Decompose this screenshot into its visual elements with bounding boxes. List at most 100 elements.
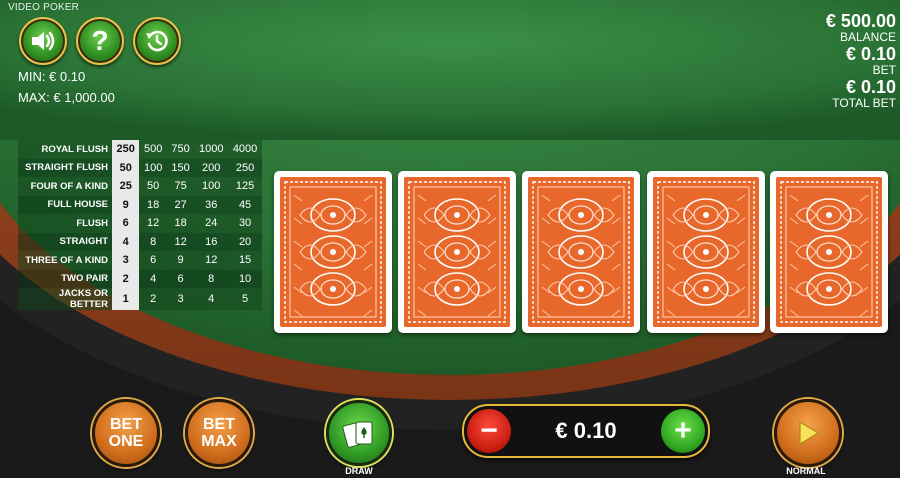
paytable-payout: 100 (139, 158, 167, 177)
min-bet-label: MIN: € 0.10 (18, 69, 86, 84)
draw-label: DRAW (345, 466, 373, 476)
paytable-row: FOUR OF A KIND 25 50 75 100 125 (18, 177, 262, 196)
bet-amount-bar: − € 0.10 + (462, 404, 710, 458)
paytable-hand-name: STRAIGHT (18, 232, 112, 251)
cards-icon (342, 421, 373, 448)
card-back-pattern (776, 177, 882, 327)
speed-label: NORMAL (786, 466, 826, 476)
paytable-payout: 100 (194, 177, 229, 196)
draw-button[interactable] (326, 400, 392, 466)
paytable-payout: 18 (166, 214, 195, 233)
paytable-row: ROYAL FLUSH 250 500 750 1000 4000 (18, 140, 262, 159)
paytable-payout: 125 (228, 177, 262, 196)
paytable-hand-name: FLUSH (18, 214, 112, 233)
history-icon (146, 30, 168, 52)
paytable-hand-name: FULL HOUSE (18, 195, 112, 214)
paytable: ROYAL FLUSH 250 500 750 1000 4000 STRAIGHT FLU… (18, 140, 262, 310)
help-button[interactable]: ? (76, 17, 124, 65)
paytable-row: FULL HOUSE 9 18 27 36 45 (18, 195, 262, 214)
paytable-payout: 24 (194, 214, 229, 233)
paytable-row: THREE OF A KIND 3 6 9 12 15 (18, 251, 262, 270)
playing-card[interactable] (647, 171, 765, 333)
bet-max-label-1: BET (203, 416, 235, 433)
paytable-payout: 250 (228, 158, 262, 177)
paytable-payout: 12 (166, 232, 195, 251)
paytable-hand-name: JACKS OR BETTER (18, 288, 112, 310)
paytable-row: STRAIGHT FLUSH 50 100 150 200 250 (18, 158, 262, 177)
paytable-payout: 9 (112, 195, 140, 214)
paytable-payout: 15 (228, 251, 262, 270)
playing-card[interactable] (770, 171, 888, 333)
paytable-hand-name: TWO PAIR (18, 269, 112, 288)
total-bet-label: TOTAL BET (832, 96, 896, 110)
paytable-payout: 4 (139, 269, 167, 288)
max-bet-label: MAX: € 1,000.00 (18, 90, 115, 105)
total-bet-value: € 0.10 (845, 77, 896, 97)
paytable-payout: 12 (194, 251, 229, 270)
paytable-row: FLUSH 6 12 18 24 30 (18, 214, 262, 233)
paytable-payout: 36 (194, 195, 229, 214)
paytable-payout: 6 (112, 214, 140, 233)
paytable-payout: 20 (228, 232, 262, 251)
game-title: VIDEO POKER (8, 2, 80, 13)
plus-icon: + (674, 414, 692, 447)
paytable-payout: 30 (228, 214, 262, 233)
paytable-payout: 150 (166, 158, 195, 177)
paytable-payout: 4000 (228, 140, 262, 159)
paytable-payout: 3 (166, 288, 195, 310)
bet-one-label-2: ONE (108, 433, 144, 450)
paytable-payout: 2 (139, 288, 167, 310)
increase-bet-button[interactable]: + (661, 409, 705, 453)
paytable-payout: 18 (139, 195, 167, 214)
paytable-payout: 750 (166, 140, 195, 159)
decrease-bet-button[interactable]: − (467, 409, 511, 453)
playing-card[interactable] (274, 171, 392, 333)
history-button[interactable] (133, 17, 181, 65)
paytable-payout: 3 (112, 251, 140, 270)
paytable-payout: 8 (194, 269, 229, 288)
sound-button[interactable] (19, 17, 67, 65)
paytable-payout: 1 (112, 288, 140, 310)
minus-icon: − (480, 414, 498, 447)
paytable-payout: 25 (112, 177, 140, 196)
paytable-payout: 4 (194, 288, 229, 310)
bet-value: € 0.10 (845, 44, 896, 64)
playing-card[interactable] (398, 171, 516, 333)
paytable-row: STRAIGHT 4 8 12 16 20 (18, 232, 262, 251)
play-icon (799, 420, 820, 446)
paytable-payout: 50 (112, 158, 140, 177)
speaker-icon (32, 31, 55, 51)
paytable-payout: 9 (166, 251, 195, 270)
card-back-pattern (404, 177, 510, 327)
balance-label: BALANCE (839, 30, 896, 44)
bet-one-label-1: BET (109, 416, 142, 433)
card-back-pattern (653, 177, 759, 327)
paytable-payout: 500 (139, 140, 167, 159)
paytable-hand-name: FOUR OF A KIND (18, 177, 112, 196)
paytable-payout: 6 (139, 251, 167, 270)
balance-value: € 500.00 (825, 11, 896, 31)
paytable-payout: 16 (194, 232, 229, 251)
paytable-payout: 5 (228, 288, 262, 310)
paytable-hand-name: THREE OF A KIND (18, 251, 112, 270)
paytable-payout: 45 (228, 195, 262, 214)
paytable-payout: 1000 (194, 140, 229, 159)
playing-card[interactable] (522, 171, 640, 333)
play-speed-button[interactable] (774, 399, 842, 467)
paytable-payout: 4 (112, 232, 140, 251)
paytable-hand-name: STRAIGHT FLUSH (18, 158, 112, 177)
paytable-payout: 10 (228, 269, 262, 288)
paytable-payout: 75 (166, 177, 195, 196)
card-back-pattern (280, 177, 386, 327)
paytable-hand-name: ROYAL FLUSH (18, 140, 112, 159)
paytable-payout: 200 (194, 158, 229, 177)
card-back-pattern (528, 177, 634, 327)
bet-one-button[interactable]: BET ONE (92, 399, 160, 467)
paytable-row: JACKS OR BETTER 1 2 3 4 5 (18, 288, 262, 310)
paytable-payout: 50 (139, 177, 167, 196)
paytable-payout: 6 (166, 269, 195, 288)
paytable-payout: 250 (112, 140, 140, 159)
paytable-payout: 27 (166, 195, 195, 214)
balance-panel: € 500.00 BALANCE € 0.10 BET € 0.10 TOTAL… (826, 11, 896, 110)
bet-max-button[interactable]: BET MAX (185, 399, 253, 467)
